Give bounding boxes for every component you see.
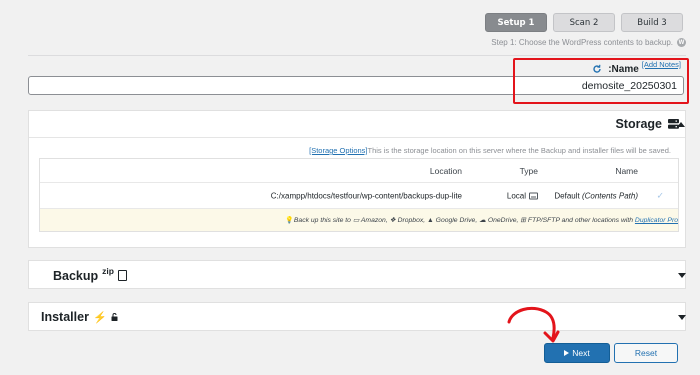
divider — [28, 55, 686, 56]
installer-title: Installer ⚡ — [41, 310, 118, 324]
storage-table: Location Type Name C:/xampp/htdocs/testf… — [39, 158, 679, 232]
column-location: Location — [429, 165, 462, 176]
column-name: Name — [615, 165, 638, 176]
zip-file-icon — [117, 270, 127, 281]
dropbox-icon: ❖ — [389, 217, 396, 224]
next-button[interactable]: Next — [544, 343, 610, 363]
duplicator-pro-link[interactable]: Duplicator Pro — [635, 217, 678, 224]
backup-title-sup: zip — [102, 266, 114, 276]
expand-caret-icon[interactable] — [678, 315, 686, 320]
annotation-arrow-icon — [507, 306, 560, 343]
bolt-icon: ⚡ — [92, 311, 107, 324]
upsell-amazon: Amazon, — [360, 217, 390, 224]
network-icon: ⊞ — [520, 217, 526, 224]
storage-description: [Storage Options]This is the storage loc… — [309, 146, 671, 155]
upsell-ftp: FTP/SFTP and other locations with — [527, 217, 635, 224]
row-type-text: Local — [506, 191, 526, 200]
step-caption: Step 1: Choose the WordPress contents to… — [491, 38, 686, 47]
upsell-onedrive: OneDrive, — [487, 217, 521, 224]
expand-caret-icon[interactable] — [678, 273, 686, 278]
step-build[interactable]: Build 3 — [621, 13, 683, 32]
local-drive-icon — [529, 192, 538, 199]
installer-panel[interactable]: Installer ⚡ — [28, 302, 686, 331]
reset-button[interactable]: Reset — [614, 343, 678, 363]
unlock-icon — [111, 313, 118, 321]
row-name: Default (Contents Path) — [554, 191, 638, 200]
google-drive-icon: ▲ — [427, 217, 434, 224]
storage-description-text: This is the storage location on this ser… — [367, 146, 672, 155]
step-scan[interactable]: Scan 2 — [553, 13, 615, 32]
step-caption-text: Step 1: Choose the WordPress contents to… — [491, 38, 673, 47]
play-icon — [564, 350, 570, 356]
upsell-gdrive: Google Drive, — [435, 217, 480, 224]
checkmark-icon[interactable]: ✓ — [656, 190, 664, 201]
server-icon — [668, 119, 679, 129]
amazon-icon: ▭ — [352, 217, 360, 224]
wordpress-icon: W — [677, 38, 686, 47]
table-header: Location Type Name — [40, 159, 678, 183]
panel-divider — [29, 137, 685, 138]
storage-panel: Storage [Storage Options]This is the sto… — [28, 110, 686, 248]
upsell-intro: Back up this site to — [293, 217, 353, 224]
table-row[interactable]: C:/xampp/htdocs/testfour/wp-content/back… — [40, 183, 678, 209]
row-name-suffix: (Contents Path) — [581, 191, 638, 200]
lightbulb-icon: 💡 — [285, 217, 294, 224]
installer-title-text: Installer — [41, 310, 89, 324]
wizard-steps: Setup 1 Scan 2 Build 3 — [485, 13, 683, 32]
upsell-dropbox: Dropbox, — [397, 217, 428, 224]
storage-title-text: Storage — [615, 117, 662, 131]
row-location: C:/xampp/htdocs/testfour/wp-content/back… — [270, 191, 462, 200]
backup-title: Backup zip — [53, 266, 127, 283]
pro-upsell-row: 💡Back up this site to ▭ Amazon, ❖ Dropbo… — [40, 209, 678, 231]
column-type: Type — [519, 165, 538, 176]
storage-title[interactable]: Storage — [615, 117, 679, 131]
next-label: Next — [572, 348, 590, 358]
step-setup[interactable]: Setup 1 — [485, 13, 547, 32]
highlight-box — [513, 58, 689, 104]
row-name-prefix: Default — [554, 191, 582, 200]
pro-upsell-text: 💡Back up this site to ▭ Amazon, ❖ Dropbo… — [281, 216, 678, 224]
row-type: Local — [507, 191, 538, 200]
onedrive-icon: ☁ — [479, 217, 486, 224]
storage-options-link[interactable]: [Storage Options] — [309, 146, 367, 155]
backup-panel[interactable]: Backup zip — [28, 260, 686, 289]
backup-title-text: Backup — [53, 269, 99, 283]
